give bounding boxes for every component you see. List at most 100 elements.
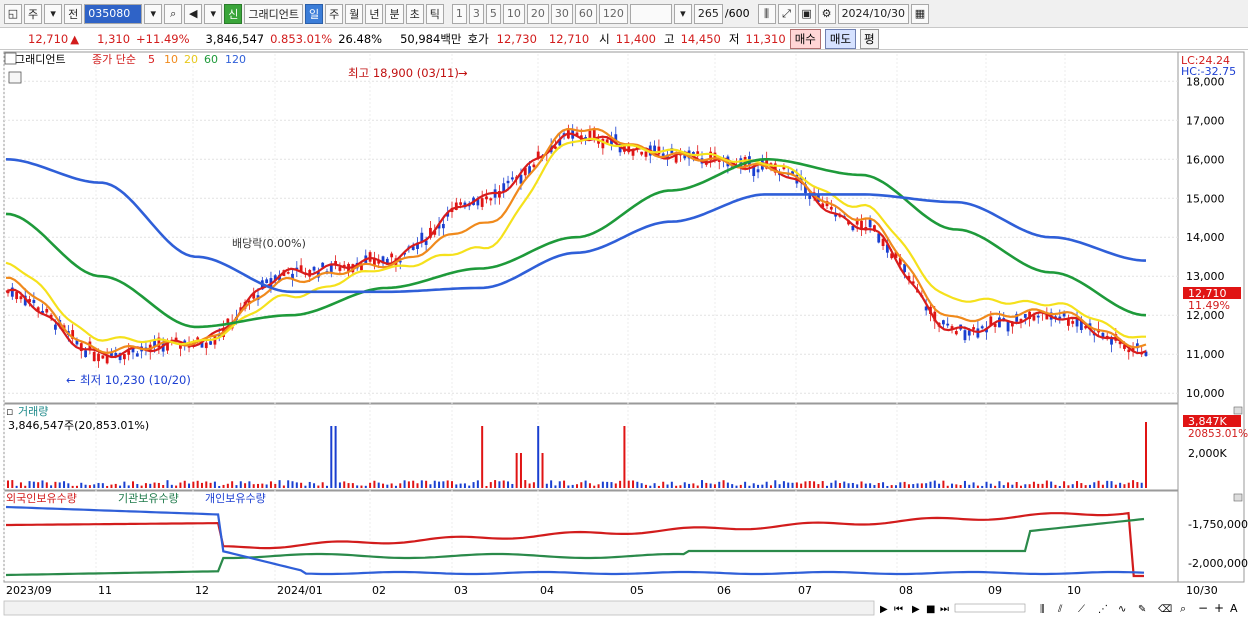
settings-gear-icon[interactable]: ⚙ — [817, 3, 836, 24]
volume-bar — [382, 483, 385, 488]
play-icon[interactable]: ▶ — [912, 604, 920, 615]
volume-bar — [588, 483, 591, 488]
date-input[interactable]: 2024/10/30 — [837, 3, 909, 24]
volume-y-tick: 2,000K — [1188, 447, 1227, 460]
price-y-tick-label: 14,000 — [1186, 231, 1225, 244]
volume-bar — [1088, 484, 1091, 488]
volume-bar — [657, 485, 660, 488]
interval-120[interactable]: 120 — [598, 3, 628, 24]
candle-body — [135, 353, 139, 357]
sell-button[interactable]: 매도 — [824, 28, 857, 49]
candle-body — [506, 180, 510, 184]
speaker-icon[interactable]: ◀ — [184, 3, 203, 24]
volume-bar — [463, 483, 466, 488]
holdings-close-icon[interactable] — [1233, 493, 1243, 502]
ticker-bar: 12,710 ▲ 1,310 +11.49% 3,846,547 0.853.0… — [0, 28, 1248, 50]
volume-close-icon[interactable] — [1233, 406, 1243, 415]
candle-body — [657, 146, 661, 155]
period-minute[interactable]: 분 — [385, 3, 404, 24]
bar-count-input[interactable]: 265 — [693, 3, 723, 24]
overlay-tool-icon[interactable]: ⫽ — [1057, 604, 1063, 615]
low-annotation: 최저 10,230 (10/20) — [80, 373, 191, 387]
candle-body — [54, 324, 57, 330]
wave-tool-icon[interactable]: ∿ — [1118, 604, 1126, 615]
market-dropdown-icon[interactable]: ▾ — [44, 3, 63, 24]
zoom-search-icon[interactable]: ⌕ — [1180, 602, 1186, 615]
search-icon[interactable]: ⌕ — [164, 3, 183, 24]
volume-bar — [890, 485, 893, 488]
speaker-dropdown-icon[interactable]: ▾ — [204, 3, 223, 24]
volume-bar — [1132, 480, 1135, 488]
draw-tool-icon[interactable]: ⤢ — [777, 3, 796, 24]
scroll-right-icon[interactable]: ▶ — [880, 604, 888, 615]
stock-code-input[interactable]: 035080 — [84, 3, 143, 24]
zoom-out-icon[interactable]: − — [1198, 601, 1208, 615]
period-year[interactable]: 년 — [365, 3, 384, 24]
candle-body — [1036, 315, 1040, 318]
candle-type-icon[interactable]: ⫼ — [757, 3, 776, 24]
candle-body — [441, 223, 445, 229]
stock-chart[interactable]: 그래디언트 종가 단순 5 10 20 60 120 최고 18,900 (03… — [0, 51, 1248, 621]
volume-bar — [601, 481, 604, 488]
period-month[interactable]: 월 — [345, 3, 364, 24]
volume-bar — [175, 485, 178, 488]
fibonacci-tool-icon[interactable]: ⋰ — [1098, 604, 1108, 615]
chart-scrollbar[interactable] — [3, 600, 875, 616]
volume-bar — [688, 483, 691, 488]
volume-bar — [304, 485, 307, 488]
volume-bar — [450, 481, 453, 488]
volume-bar — [213, 481, 216, 488]
candle-body — [1006, 322, 1010, 332]
volume-collapse-icon[interactable]: ▫ — [6, 405, 13, 418]
volume-bar — [317, 485, 320, 488]
average-button[interactable]: 평 — [860, 28, 879, 49]
interval-3[interactable]: 3 — [468, 3, 484, 24]
volume-bar — [123, 481, 126, 488]
calculator-icon[interactable] — [8, 71, 22, 84]
interval-5[interactable]: 5 — [485, 3, 501, 24]
interval-60[interactable]: 60 — [574, 3, 597, 24]
eraser-tool-icon[interactable]: ⌫ — [1158, 604, 1172, 615]
code-dropdown-icon[interactable]: ▾ — [144, 3, 163, 24]
chart-style-button[interactable]: 그래디언트 — [244, 3, 303, 24]
interval-custom-input[interactable] — [629, 3, 672, 24]
period-week[interactable]: 주 — [325, 3, 344, 24]
volume-bar — [442, 481, 445, 488]
volume-bar — [1015, 481, 1018, 488]
volume-bar — [709, 483, 712, 488]
interval-dropdown-icon[interactable]: ▾ — [673, 3, 692, 24]
period-second[interactable]: 초 — [405, 3, 424, 24]
interval-30[interactable]: 30 — [550, 3, 573, 24]
range-select[interactable]: 전 — [64, 3, 83, 24]
volume-bar — [321, 482, 324, 488]
zoom-slider[interactable] — [954, 603, 1026, 613]
high-arrow-icon: → — [458, 66, 468, 80]
stop-icon[interactable]: ■ — [926, 604, 935, 615]
volume-bar — [50, 485, 53, 488]
volume-bar — [515, 453, 518, 488]
period-tick[interactable]: 틱 — [425, 3, 444, 24]
period-day[interactable]: 일 — [304, 3, 324, 24]
buy-button[interactable]: 매수 — [789, 28, 821, 49]
volume-bar — [300, 482, 303, 488]
volume-bar — [19, 482, 22, 488]
volume-bar — [929, 481, 932, 488]
text-tool-icon[interactable]: ✎ — [1138, 604, 1146, 615]
volume-bar — [412, 480, 415, 488]
interval-10[interactable]: 10 — [502, 3, 525, 24]
market-select[interactable]: 주 — [24, 3, 43, 24]
forward-icon[interactable]: ⏭ — [940, 604, 949, 615]
price-y-tick-label: 13,000 — [1186, 270, 1225, 283]
candle-body — [717, 160, 721, 162]
interval-20[interactable]: 20 — [526, 3, 549, 24]
font-size-icon[interactable]: A — [1230, 602, 1238, 615]
chart-menu-icon[interactable]: ◱ — [4, 3, 22, 24]
zoom-in-icon[interactable]: + — [1214, 601, 1224, 615]
calendar-icon[interactable]: ▦ — [910, 3, 929, 24]
indicator-tool-icon[interactable]: ⫼ — [1040, 604, 1045, 615]
new-badge[interactable]: 신 — [224, 3, 243, 24]
rewind-icon[interactable]: ⏮ — [894, 604, 903, 615]
line-tool-icon[interactable]: ⟋ — [1078, 604, 1085, 615]
save-icon[interactable]: ▣ — [797, 3, 816, 24]
interval-1[interactable]: 1 — [451, 3, 467, 24]
